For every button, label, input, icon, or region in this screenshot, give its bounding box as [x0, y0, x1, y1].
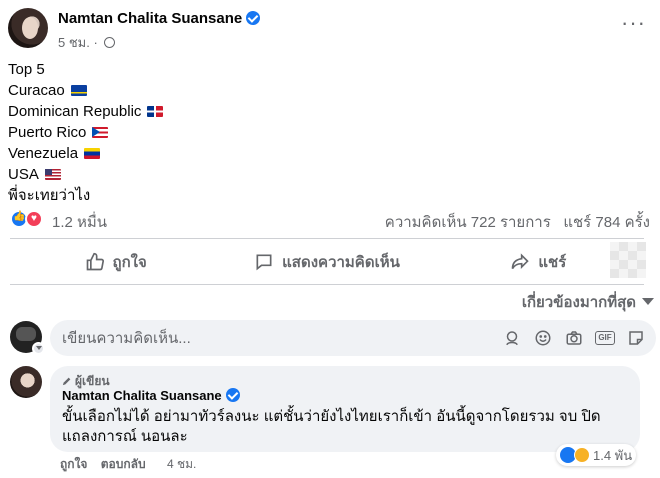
- engagement-stats: ความคิดเห็น 722 รายการ แชร์ 784 ครั้ง: [385, 210, 650, 234]
- haha-reaction-icon: [574, 447, 590, 463]
- post-line: Puerto Rico: [8, 122, 648, 143]
- flag-do-icon: [147, 106, 164, 117]
- post-line-text: พี่จะเทยว่าไง: [8, 187, 91, 204]
- commenter-name-text[interactable]: Namtan Chalita Suansane: [62, 388, 222, 403]
- comment-time[interactable]: 4 ชม.: [167, 457, 196, 471]
- comment-actions: ถูกใจ ตอบกลับ 4 ชม.: [60, 455, 196, 474]
- divider-bottom: [10, 284, 644, 285]
- reactions-summary: ♥ 1.2 หมื่น ความคิดเห็น 722 รายการ แชร์ …: [10, 208, 650, 231]
- commenter-name[interactable]: Namtan Chalita Suansane: [62, 388, 240, 403]
- post-body: Top 5 Curacao Dominican Republic Puerto Ric…: [8, 59, 648, 206]
- share-icon: [512, 253, 530, 270]
- love-reaction-icon: ♥: [25, 210, 43, 228]
- comment-bubble: ผู้เขียน Namtan Chalita Suansane ขั้นเลื…: [50, 366, 640, 452]
- comment-item: ผู้เขียน Namtan Chalita Suansane ขั้นเลื…: [10, 366, 656, 476]
- post-line-text: USA: [8, 166, 39, 183]
- reaction-count[interactable]: 1.2 หมื่น: [52, 210, 107, 234]
- post-line: Top 5: [8, 59, 648, 80]
- emoji-icon[interactable]: [533, 328, 553, 348]
- comment-like-link[interactable]: ถูกใจ: [60, 457, 87, 471]
- flag-pr-icon: [92, 127, 109, 138]
- post-line: Curacao: [8, 80, 648, 101]
- comment-reactions[interactable]: 1.4 พัน: [556, 444, 637, 466]
- comment-label: แสดงความคิดเห็น: [282, 254, 400, 271]
- author-avatar[interactable]: [8, 8, 48, 48]
- divider-top: [10, 238, 644, 239]
- camera-icon[interactable]: [564, 328, 584, 348]
- commenter-avatar[interactable]: [10, 366, 42, 398]
- post-line-text: Venezuela: [8, 145, 79, 162]
- comment-icon: [256, 254, 272, 271]
- blurred-thumbnail[interactable]: [610, 242, 646, 278]
- post-actions: ถูกใจ แสดงความคิดเห็น แชร์: [10, 244, 644, 280]
- post-line-text: Dominican Republic: [8, 103, 142, 120]
- like-icon: [86, 252, 104, 271]
- comment-text: ขั้นเลือกไม่ได้ อย่ามาทัวร์ลงนะ แต่ชั้นว…: [62, 408, 601, 445]
- comment-count[interactable]: ความคิดเห็น 722 รายการ: [385, 214, 551, 231]
- sort-label: เกี่ยวข้องมากที่สุด: [521, 294, 636, 311]
- flag-cw-icon: [70, 85, 87, 96]
- gif-icon[interactable]: GIF: [595, 328, 615, 348]
- reaction-icons[interactable]: ♥: [10, 210, 50, 228]
- pencil-icon: [62, 377, 71, 386]
- verified-badge-icon: [246, 11, 261, 25]
- post-line: Dominican Republic: [8, 101, 648, 122]
- flag-ve-icon: [84, 148, 101, 159]
- sticker-icon[interactable]: [626, 328, 646, 348]
- caret-down-icon: [642, 298, 654, 305]
- avatar-sticker-icon[interactable]: [502, 328, 522, 348]
- post-line: Venezuela: [8, 143, 648, 164]
- post-meta: 5 ชม. ·: [58, 32, 116, 53]
- comment-button[interactable]: แสดงความคิดเห็น: [221, 244, 432, 280]
- chevron-down-icon[interactable]: [32, 342, 45, 355]
- post-time[interactable]: 5 ชม.: [58, 35, 90, 50]
- more-options-icon[interactable]: ···: [621, 12, 646, 34]
- author-name[interactable]: Namtan Chalita Suansane: [58, 10, 261, 27]
- author-name-text[interactable]: Namtan Chalita Suansane: [58, 10, 242, 27]
- composer-tools: GIF: [502, 328, 646, 348]
- comment-reaction-count: 1.4 พัน: [593, 447, 633, 463]
- comment-composer: GIF: [10, 320, 656, 356]
- post-line-text: Top 5: [8, 61, 45, 78]
- post-line: USA: [8, 164, 648, 185]
- comment-reply-link[interactable]: ตอบกลับ: [101, 457, 146, 471]
- verified-badge-icon: [225, 388, 240, 402]
- post-header: Namtan Chalita Suansane 5 ชม. · ···: [8, 8, 652, 54]
- post-line: พี่จะเทยว่าไง: [8, 185, 648, 206]
- post-line-text: Curacao: [8, 82, 65, 99]
- share-count[interactable]: แชร์ 784 ครั้ง: [563, 214, 650, 231]
- comment-sort-dropdown[interactable]: เกี่ยวข้องมากที่สุด: [522, 290, 654, 314]
- like-label: ถูกใจ: [112, 254, 147, 271]
- share-label: แชร์: [538, 254, 567, 271]
- globe-icon: [104, 37, 116, 48]
- flag-us-icon: [44, 169, 61, 180]
- post-line-text: Puerto Rico: [8, 124, 87, 141]
- like-button[interactable]: ถูกใจ: [10, 244, 221, 280]
